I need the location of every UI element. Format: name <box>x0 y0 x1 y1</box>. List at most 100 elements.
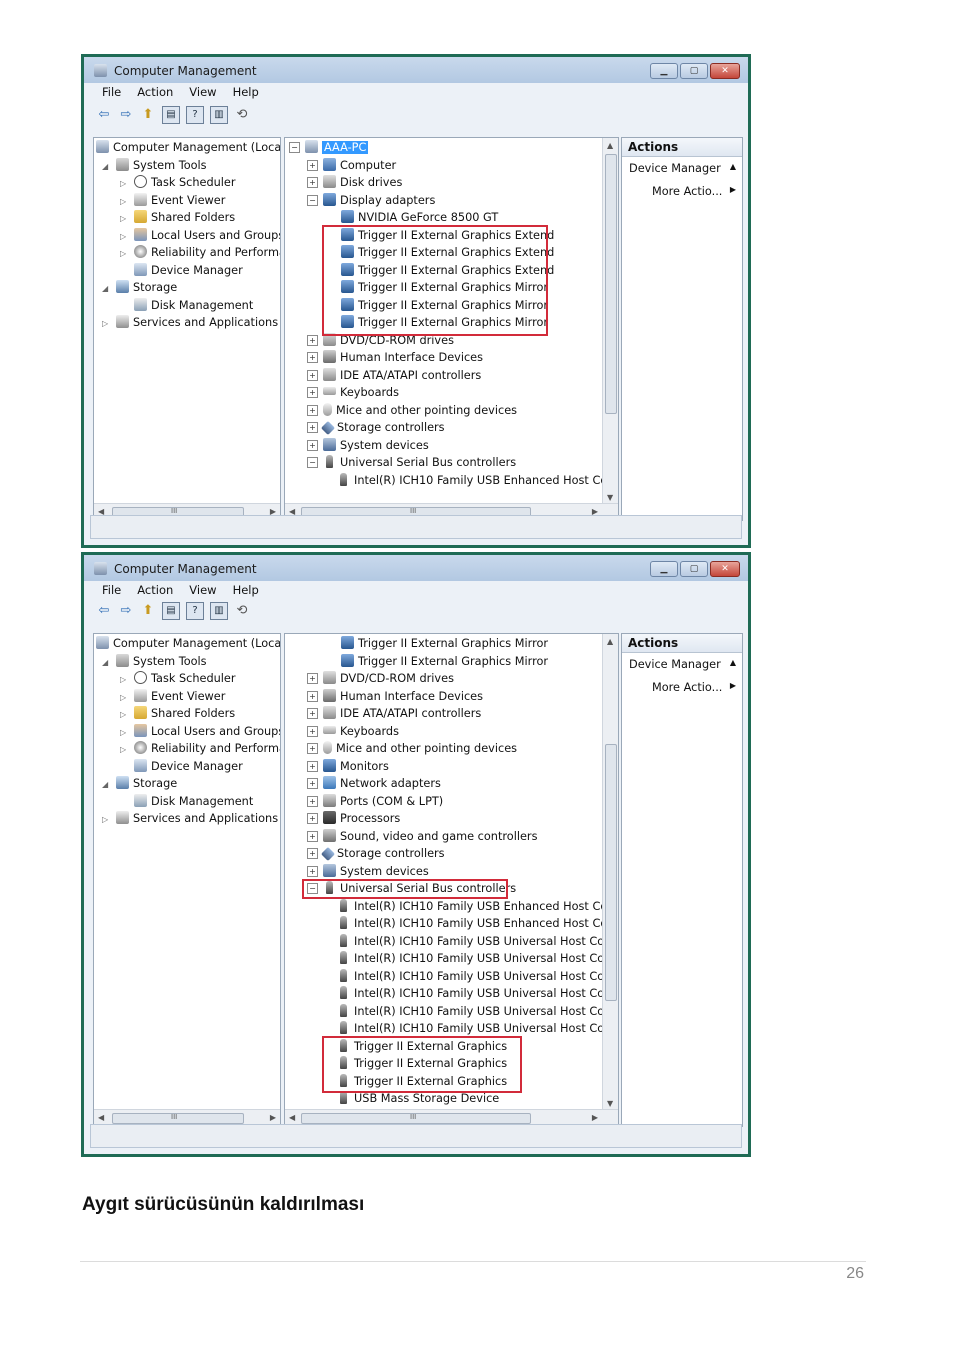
show-hide-tree-icon[interactable]: ▤ <box>162 602 180 620</box>
show-hide-action-pane-icon[interactable]: ▥ <box>210 106 228 124</box>
vertical-scrollbar[interactable]: ▲ ▼ <box>602 634 618 1110</box>
device-item[interactable]: Trigger II External Graphics Mirror <box>341 297 548 314</box>
device-item[interactable]: − Display adapters <box>307 192 435 209</box>
scroll-left-icon[interactable]: ◀ <box>98 1113 104 1122</box>
more-actions-link[interactable]: More Actio... <box>652 681 722 694</box>
help-icon[interactable]: ? <box>186 602 204 620</box>
tree-item-device-manager[interactable]: Device Manager <box>134 758 243 775</box>
close-button[interactable]: ✕ <box>710 63 740 79</box>
device-item[interactable]: + IDE ATA/ATAPI controllers <box>307 705 481 722</box>
tree-item-reliability[interactable]: ▷ Reliability and Performa <box>120 740 280 757</box>
scroll-down-icon[interactable]: ▼ <box>607 493 613 502</box>
menu-view[interactable]: View <box>189 581 216 599</box>
device-item[interactable]: Intel(R) ICH10 Family USB Universal Host… <box>337 985 616 1002</box>
show-hide-tree-icon[interactable]: ▤ <box>162 106 180 124</box>
scroll-thumb[interactable] <box>605 744 617 1001</box>
actions-section-device-manager[interactable]: Device Manager <box>629 658 721 671</box>
device-item[interactable]: Intel(R) ICH10 Family USB Universal Host… <box>337 1003 616 1020</box>
device-item[interactable]: Intel(R) ICH10 Family USB Enhanced Host … <box>337 472 614 489</box>
minimize-button[interactable]: ▁ <box>650 561 678 577</box>
tree-item-shared-folders[interactable]: ▷ Shared Folders <box>120 209 235 226</box>
collapse-icon[interactable]: ▲ <box>730 162 736 171</box>
device-item[interactable]: Intel(R) ICH10 Family USB Universal Host… <box>337 968 616 985</box>
tree-item-task-scheduler[interactable]: ▷ Task Scheduler <box>120 670 236 687</box>
device-item[interactable]: + IDE ATA/ATAPI controllers <box>307 367 481 384</box>
minimize-button[interactable]: ▁ <box>650 63 678 79</box>
scroll-thumb[interactable] <box>605 154 617 414</box>
device-item[interactable]: + Storage controllers <box>307 419 445 436</box>
tree-item-services[interactable]: ▷ Services and Applications <box>102 314 278 331</box>
device-item[interactable]: + System devices <box>307 437 429 454</box>
tree-item-system-tools[interactable]: ◢ System Tools <box>102 157 207 174</box>
device-item[interactable]: + System devices <box>307 863 429 880</box>
tree-item-local-users[interactable]: ▷ Local Users and Groups <box>120 723 280 740</box>
device-item[interactable]: + Disk drives <box>307 174 402 191</box>
forward-arrow-icon[interactable]: ⇨ <box>118 603 134 619</box>
menu-action[interactable]: Action <box>137 581 173 599</box>
device-item[interactable]: − Universal Serial Bus controllers <box>307 880 516 897</box>
device-item[interactable]: − Universal Serial Bus controllers <box>307 454 516 471</box>
device-item[interactable]: + DVD/CD-ROM drives <box>307 332 454 349</box>
device-item[interactable]: + Computer <box>307 157 396 174</box>
menu-help[interactable]: Help <box>233 581 259 599</box>
tree-item-reliability[interactable]: ▷ Reliability and Performa <box>120 244 280 261</box>
back-arrow-icon[interactable]: ⇦ <box>96 107 112 123</box>
scroll-right-icon[interactable]: ▶ <box>592 1113 598 1122</box>
tree-item-system-tools[interactable]: ◢ System Tools <box>102 653 207 670</box>
close-button[interactable]: ✕ <box>710 561 740 577</box>
tree-item-task-scheduler[interactable]: ▷ Task Scheduler <box>120 174 236 191</box>
menu-help[interactable]: Help <box>233 83 259 101</box>
device-item[interactable]: Intel(R) ICH10 Family USB Enhanced Host … <box>337 898 614 915</box>
maximize-button[interactable]: ▢ <box>680 561 708 577</box>
device-item[interactable]: Trigger II External Graphics <box>337 1073 507 1090</box>
title-bar[interactable]: Computer Management ▁ ▢ ✕ <box>84 57 748 83</box>
menu-file[interactable]: File <box>102 83 121 101</box>
device-item[interactable]: Intel(R) ICH10 Family USB Universal Host… <box>337 1020 616 1037</box>
tree-item-computer-management[interactable]: Computer Management (Local <box>96 139 280 156</box>
actions-section-device-manager[interactable]: Device Manager <box>629 162 721 175</box>
scroll-up-icon[interactable]: ▲ <box>607 637 613 646</box>
device-item[interactable]: + Mice and other pointing devices <box>307 402 517 419</box>
device-item[interactable]: + Human Interface Devices <box>307 349 483 366</box>
scroll-down-icon[interactable]: ▼ <box>607 1099 613 1108</box>
device-item[interactable]: Trigger II External Graphics <box>337 1055 507 1072</box>
tree-item-local-users[interactable]: ▷ Local Users and Groups <box>120 227 280 244</box>
device-item[interactable]: Trigger II External Graphics Mirror <box>341 314 548 331</box>
show-hide-action-pane-icon[interactable]: ▥ <box>210 602 228 620</box>
scroll-right-icon[interactable]: ▶ <box>270 1113 276 1122</box>
device-item[interactable]: Trigger II External Graphics Extend <box>341 227 554 244</box>
scroll-thumb[interactable]: III <box>301 1113 531 1124</box>
device-item[interactable]: Trigger II External Graphics Mirror <box>341 279 548 296</box>
menu-action[interactable]: Action <box>137 83 173 101</box>
device-item[interactable]: Trigger II External Graphics Mirror <box>341 653 548 670</box>
help-icon[interactable]: ? <box>186 106 204 124</box>
tree-item-computer-management[interactable]: Computer Management (Local <box>96 635 280 652</box>
device-item[interactable]: + Human Interface Devices <box>307 688 483 705</box>
tree-item-storage[interactable]: ◢ Storage <box>102 279 177 296</box>
device-item[interactable]: + Sound, video and game controllers <box>307 828 537 845</box>
device-item[interactable]: + Keyboards <box>307 384 399 401</box>
device-item[interactable]: Trigger II External Graphics Extend <box>341 262 554 279</box>
scroll-up-icon[interactable]: ▲ <box>607 141 613 150</box>
tree-item-device-manager[interactable]: Device Manager <box>134 262 243 279</box>
device-item[interactable]: + Network adapters <box>307 775 441 792</box>
device-item[interactable]: + Mice and other pointing devices <box>307 740 517 757</box>
up-folder-icon[interactable]: ⬆ <box>140 603 156 619</box>
tree-item-disk-management[interactable]: Disk Management <box>134 793 253 810</box>
scroll-thumb[interactable]: III <box>112 1113 244 1124</box>
tree-item-services[interactable]: ▷ Services and Applications <box>102 810 278 827</box>
scan-hardware-icon[interactable]: ⟲ <box>234 107 250 123</box>
device-item[interactable]: Trigger II External Graphics Mirror <box>341 635 548 652</box>
vertical-scrollbar[interactable]: ▲ ▼ <box>602 138 618 504</box>
more-actions-link[interactable]: More Actio... <box>652 185 722 198</box>
device-item[interactable]: + Keyboards <box>307 723 399 740</box>
collapse-icon[interactable]: ▲ <box>730 658 736 667</box>
device-item[interactable]: + DVD/CD-ROM drives <box>307 670 454 687</box>
device-item[interactable]: Intel(R) ICH10 Family USB Universal Host… <box>337 950 616 967</box>
device-item[interactable]: Intel(R) ICH10 Family USB Enhanced Host … <box>337 915 614 932</box>
tree-item-event-viewer[interactable]: ▷ Event Viewer <box>120 688 225 705</box>
scroll-left-icon[interactable]: ◀ <box>289 1113 295 1122</box>
device-item[interactable]: + Processors <box>307 810 400 827</box>
device-item[interactable]: USB Mass Storage Device <box>337 1090 499 1107</box>
scan-hardware-icon[interactable]: ⟲ <box>234 603 250 619</box>
